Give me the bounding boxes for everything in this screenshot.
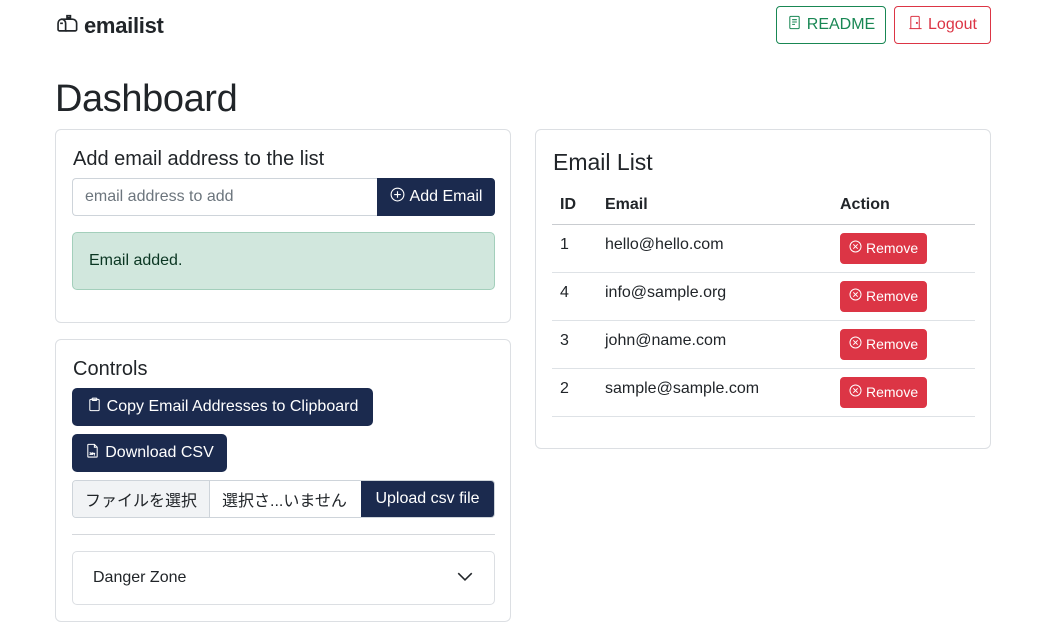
x-circle-icon	[849, 384, 862, 400]
row-id: 1	[552, 224, 597, 273]
download-csv-button[interactable]: Download CSV	[72, 434, 227, 472]
table-row: 1 hello@hello.com Remove	[552, 224, 975, 273]
x-circle-icon	[849, 336, 862, 352]
door-icon	[908, 15, 923, 35]
alert-text: Email added.	[89, 252, 183, 269]
upload-csv-button[interactable]: Upload csv file	[361, 481, 494, 517]
row-id: 2	[552, 368, 597, 417]
add-email-card: Add email address to the list Add Email …	[55, 129, 511, 323]
column-header-action: Action	[832, 186, 975, 225]
page-title: Dashboard	[55, 78, 238, 120]
email-input[interactable]	[72, 178, 377, 216]
column-header-id: ID	[552, 186, 597, 225]
clipboard-icon	[87, 397, 102, 417]
table-row: 3 john@name.com Remove	[552, 320, 975, 369]
row-email: info@sample.org	[597, 272, 832, 321]
remove-button[interactable]: Remove	[840, 328, 928, 360]
remove-button[interactable]: Remove	[840, 376, 928, 408]
remove-button[interactable]: Remove	[840, 280, 928, 312]
x-circle-icon	[849, 240, 862, 256]
row-id: 4	[552, 272, 597, 321]
logout-label: Logout	[928, 16, 977, 33]
table-row: 4 info@sample.org Remove	[552, 272, 975, 321]
file-choose-button[interactable]: ファイルを選択	[73, 481, 210, 517]
email-list-title: Email List	[553, 149, 653, 175]
readme-button[interactable]: README	[776, 6, 886, 44]
controls-title: Controls	[73, 358, 148, 380]
row-email: hello@hello.com	[597, 224, 832, 273]
brand[interactable]: emailist	[56, 12, 164, 40]
success-alert: Email added.	[72, 232, 495, 290]
add-email-title: Add email address to the list	[73, 148, 325, 170]
copy-emails-button[interactable]: Copy Email Addresses to Clipboard	[72, 388, 373, 426]
danger-zone-accordion[interactable]: Danger Zone	[72, 551, 495, 605]
remove-label: Remove	[866, 336, 919, 352]
remove-label: Remove	[866, 384, 919, 400]
logout-button[interactable]: Logout	[894, 6, 991, 44]
remove-label: Remove	[866, 288, 919, 304]
add-email-group: Add Email	[72, 178, 495, 216]
brand-name: emailist	[84, 13, 164, 38]
row-email: sample@sample.com	[597, 368, 832, 417]
controls-card: Controls Copy Email Addresses to Clipboa…	[55, 339, 511, 622]
file-csv-icon	[85, 443, 100, 463]
readme-label: README	[806, 16, 876, 33]
column-header-email: Email	[597, 186, 832, 225]
email-table: ID Email Action 1 hello@hello.com Remove	[552, 186, 975, 417]
add-email-label: Add Email	[409, 188, 483, 205]
divider	[72, 534, 495, 535]
chevron-down-icon	[456, 567, 474, 590]
x-circle-icon	[849, 288, 862, 304]
remove-label: Remove	[866, 240, 919, 256]
row-id: 3	[552, 320, 597, 369]
mailbox-icon	[56, 13, 78, 40]
add-email-button[interactable]: Add Email	[377, 178, 495, 216]
file-upload-group: ファイルを選択 選択さ...いません Upload csv file	[72, 480, 495, 518]
plus-circle-icon	[390, 187, 405, 207]
row-email: john@name.com	[597, 320, 832, 369]
copy-emails-label: Copy Email Addresses to Clipboard	[106, 398, 359, 415]
email-list-card: Email List ID Email Action 1 hello@hello…	[535, 129, 991, 449]
download-csv-label: Download CSV	[105, 444, 214, 461]
danger-zone-label: Danger Zone	[93, 569, 187, 586]
file-name-display[interactable]: 選択さ...いません	[210, 481, 361, 517]
journal-text-icon	[787, 15, 802, 35]
remove-button[interactable]: Remove	[840, 232, 928, 264]
table-row: 2 sample@sample.com Remove	[552, 368, 975, 417]
table-header-row: ID Email Action	[552, 186, 975, 225]
